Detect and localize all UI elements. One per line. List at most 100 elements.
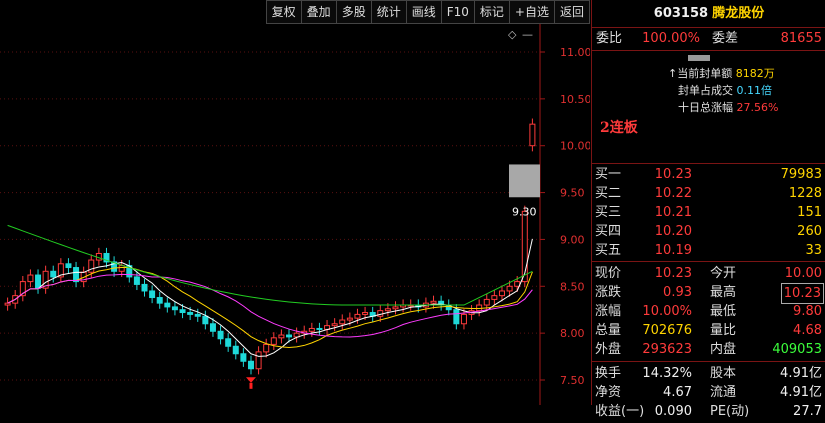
low-arrow-stem (249, 382, 253, 389)
kline-chart-area[interactable]: 11.00 10.50 10.00 9.50 9.00 8.50 8.00 7.50 9.30 ◇… (0, 0, 590, 405)
buy-row[interactable]: 买四 10.20 260 (592, 222, 825, 241)
now-value: 10.23 (654, 266, 692, 281)
candle-body (149, 290, 156, 299)
stock-name: 腾龙股份 (712, 6, 765, 21)
buy-price: 10.22 (654, 186, 692, 201)
open-value: 10.00 (784, 266, 822, 281)
candle-body (179, 309, 186, 314)
buy-row[interactable]: 买一 10.23 79983 (592, 165, 825, 184)
candle-body (392, 306, 399, 310)
turn-value: 14.32% (642, 366, 692, 381)
candle-body (331, 323, 338, 327)
candle-body (430, 300, 437, 304)
price-tick-label: 9.50 (560, 187, 585, 200)
candle-body (209, 323, 216, 332)
low-arrow-icon (245, 377, 256, 383)
vr-value: 4.68 (793, 323, 822, 338)
ten-day-label: 十日总涨幅 (678, 101, 733, 114)
candle-body (483, 298, 490, 306)
price-tick-label: 10.50 (560, 93, 590, 106)
ratio-label: 封单占成交 (678, 84, 733, 97)
buy-volume: 151 (797, 205, 822, 220)
float-label: 流通 (710, 385, 737, 400)
candle-body (384, 308, 391, 312)
overlay-button[interactable]: 叠加 (300, 0, 336, 24)
quote-row: 涨幅 10.00% 最低 9.80 (592, 302, 825, 321)
fuquan-button[interactable]: 复权 (265, 0, 301, 24)
buy-volume: 33 (805, 243, 822, 258)
multi-stock-button[interactable]: 多股 (335, 0, 371, 24)
candle-body (141, 283, 148, 292)
candle-body (247, 360, 254, 370)
current-price-box (509, 164, 540, 198)
quote-panel: 603158 腾龙股份 委比 100.00% 委差 81655 2连板 ↑当前封… (591, 0, 825, 419)
statistics-button[interactable]: 统计 (370, 0, 406, 24)
buy-volume: 260 (797, 224, 822, 239)
cap-value: 4.91亿 (780, 366, 822, 381)
candle-body (133, 276, 140, 285)
quote-row: 总量 702676 量比 4.68 (592, 321, 825, 340)
f10-button[interactable]: F10 (440, 0, 474, 24)
quote-section: 现价 10.23 今开 10.00 涨跌 0.93 最高 10.23 涨幅 10… (592, 262, 825, 362)
cap-label: 股本 (710, 366, 737, 381)
candle-body (164, 302, 171, 308)
quote-row: 现价 10.23 今开 10.00 (592, 264, 825, 283)
weicha-value: 81655 (780, 31, 822, 46)
ma60-line (7, 224, 533, 306)
candle-body (4, 302, 11, 306)
candle-body (171, 306, 178, 311)
price-tick-label: 10.00 (560, 140, 590, 153)
buy-row[interactable]: 买五 10.19 33 (592, 241, 825, 260)
in-label: 内盘 (710, 342, 737, 357)
turn-label: 换手 (595, 366, 622, 381)
vr-label: 量比 (710, 323, 737, 338)
weicha-label: 委差 (712, 31, 739, 46)
back-button[interactable]: 返回 (553, 0, 590, 24)
buy-price: 10.19 (654, 243, 692, 258)
buy-book: 买一 10.23 79983 买二 10.22 1228 买三 10.21 15… (592, 164, 825, 262)
minus-icon: — (522, 28, 533, 41)
buy-label: 买二 (595, 186, 622, 201)
high-label: 最高 (710, 285, 737, 300)
draw-line-button[interactable]: 画线 (405, 0, 441, 24)
pct-value: 10.00% (642, 304, 692, 319)
fund-row: 净资 4.67 流通 4.91亿 (592, 383, 825, 402)
open-label: 今开 (710, 266, 737, 281)
candle-body (217, 330, 224, 340)
candle-body (278, 334, 285, 339)
quote-row: 涨跌 0.93 最高 10.23 (592, 283, 825, 304)
candle-body (339, 319, 346, 325)
stock-code: 603158 (653, 6, 709, 21)
now-label: 现价 (595, 266, 622, 281)
candle-body (354, 313, 361, 319)
ten-day-value: 27.56% (736, 101, 779, 114)
candle-body (202, 315, 209, 325)
candle-body (194, 313, 201, 317)
buy-row[interactable]: 买三 10.21 151 (592, 203, 825, 222)
add-watchlist-button[interactable]: +自选 (508, 0, 554, 24)
chg-value: 0.93 (663, 285, 692, 300)
candle-body (156, 297, 163, 304)
candle-body (316, 327, 323, 330)
diamond-icon: ◇ (508, 28, 517, 41)
price-tick-label: 9.00 (560, 233, 585, 246)
candle-body (118, 265, 125, 272)
buy-label: 买三 (595, 205, 622, 220)
high-value: 10.23 (780, 283, 824, 304)
weibi-label: 委比 (596, 31, 623, 46)
mark-button[interactable]: 标记 (473, 0, 509, 24)
ma20-line (7, 273, 533, 338)
seal-bar (688, 55, 710, 61)
buy-row[interactable]: 买二 10.22 1228 (592, 184, 825, 203)
candle-body (308, 327, 315, 332)
candle-body (476, 304, 483, 312)
candle-body (362, 312, 369, 315)
candle-body (346, 317, 353, 321)
buy-label: 买一 (595, 167, 622, 182)
buy-price: 10.21 (654, 205, 692, 220)
stock-header: 603158 腾龙股份 (592, 0, 825, 28)
kline-chart[interactable]: 11.00 10.50 10.00 9.50 9.00 8.50 8.00 7.50 9.30 ◇… (0, 0, 590, 405)
candle-body (255, 351, 262, 370)
quote-row: 外盘 293623 内盘 409053 (592, 340, 825, 359)
ratio-value: 0.11倍 (736, 84, 773, 97)
